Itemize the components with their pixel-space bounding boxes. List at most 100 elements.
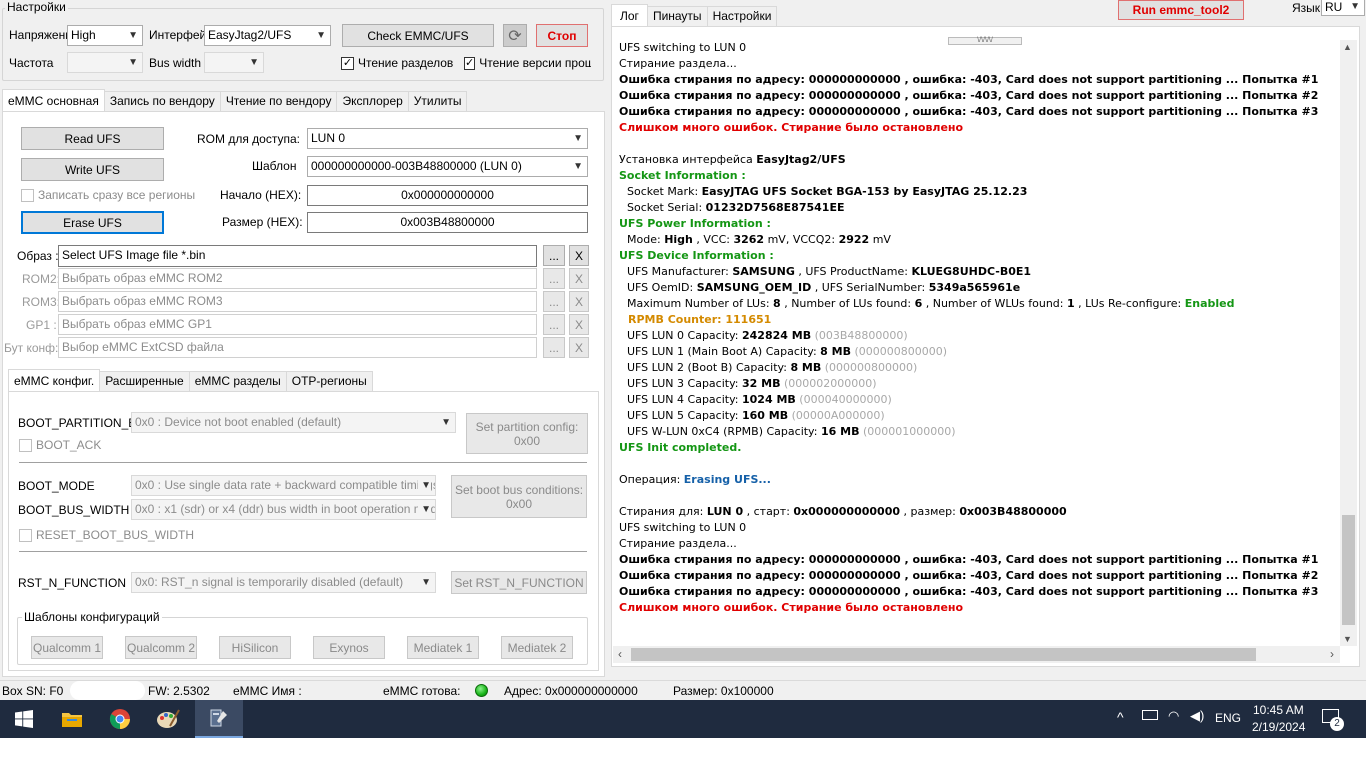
rom2-browse-button[interactable]: ...: [543, 268, 565, 289]
run-emmc-tool2-button[interactable]: Run emmc_tool2: [1118, 0, 1244, 20]
erase-ufs-button[interactable]: Erase UFS: [21, 211, 164, 234]
boot-config-path-input[interactable]: Выбор eMMC ExtCSD файла: [58, 337, 537, 358]
write-all-regions-checkbox[interactable]: Записать сразу все регионы: [21, 188, 195, 202]
buswidth-select[interactable]: ▼: [204, 52, 264, 73]
tab-read-vendor[interactable]: Чтение по вендору: [219, 91, 338, 111]
language-indicator[interactable]: ENG: [1215, 711, 1241, 725]
scroll-thumb[interactable]: [1342, 515, 1355, 625]
boot-bus-width-select[interactable]: 0x0 : x1 (sdr) or x4 (ddr) bus width in …: [131, 499, 436, 520]
template-mediatek2-button[interactable]: Mediatek 2: [501, 636, 573, 659]
read-version-checkbox[interactable]: ✓ Чтение версии проши: [464, 56, 591, 70]
log-text: mV, VCCQ2:: [764, 233, 839, 246]
size-hex-input[interactable]: 0x003B48800000: [307, 212, 588, 233]
rom3-clear-button[interactable]: X: [569, 291, 589, 312]
show-hidden-icons[interactable]: ^: [1117, 709, 1124, 725]
template-hisilicon-button[interactable]: HiSilicon: [219, 636, 291, 659]
refresh-button[interactable]: ⟳: [503, 24, 527, 47]
notification-badge: 2: [1330, 717, 1344, 731]
volume-icon[interactable]: ◀): [1190, 708, 1204, 724]
tab-extended[interactable]: Расширенные: [99, 371, 190, 391]
splitter-grip[interactable]: \/\/\/\/: [948, 37, 1022, 45]
set-rst-n-function-button[interactable]: Set RST_N_FUNCTION: [451, 571, 587, 594]
template-select[interactable]: 000000000000-003B48800000 (LUN 0) ▼: [307, 156, 588, 177]
clock-date[interactable]: 2/19/2024: [1252, 720, 1305, 734]
tab-emmc-main[interactable]: eMMC основная: [2, 89, 105, 111]
stop-button[interactable]: Стоп: [536, 24, 588, 47]
tab-emmc-config[interactable]: eMMC конфиг.: [8, 369, 101, 391]
config-tabs: eMMC конфиг. Расширенные eMMC разделы OT…: [8, 369, 373, 391]
gp1-browse-button[interactable]: ...: [543, 314, 565, 335]
rom-select[interactable]: LUN 0 ▼: [307, 128, 588, 149]
log-line: Ошибка стирания по адресу: 000000000000 …: [619, 569, 1319, 582]
read-ufs-button[interactable]: Read UFS: [21, 127, 164, 150]
tab-otp-regions[interactable]: OTP-регионы: [285, 371, 373, 391]
language-select[interactable]: RU ▼: [1321, 0, 1365, 16]
set-partition-config-button[interactable]: Set partition config: 0x00: [466, 413, 588, 454]
image-path-input[interactable]: Select UFS Image file *.bin: [58, 245, 537, 267]
wifi-icon[interactable]: ◠: [1168, 708, 1179, 724]
log-text: , UFS SerialNumber:: [811, 281, 929, 294]
rom2-clear-button[interactable]: X: [569, 268, 589, 289]
frequency-select[interactable]: ▼: [67, 52, 143, 73]
scroll-thumb-h[interactable]: [631, 648, 1256, 661]
image-clear-button[interactable]: X: [569, 245, 589, 266]
boot-config-clear-button[interactable]: X: [569, 337, 589, 358]
tab-settings[interactable]: Настройки: [706, 6, 778, 26]
rom3-browse-button[interactable]: ...: [543, 291, 565, 312]
log-line: UFS LUN 0 Capacity: 242824 MB (003B48800…: [627, 328, 908, 344]
tab-write-vendor[interactable]: Запись по вендору: [103, 91, 221, 111]
tab-emmc-partitions[interactable]: eMMC разделы: [188, 371, 287, 391]
easyjtag-app-button[interactable]: [195, 700, 243, 738]
vertical-scrollbar[interactable]: ▲ ▼: [1340, 40, 1357, 646]
rom3-path-input[interactable]: Выбрать образ eMMC ROM3: [58, 291, 537, 312]
template-qualcomm2-button[interactable]: Qualcomm 2: [125, 636, 197, 659]
status-bar: Box SN: F0 FW: 2.5302 eMMC Имя : eMMC го…: [0, 680, 1366, 700]
rst-n-function-value: 0x0: RST_n signal is temporarily disable…: [135, 575, 404, 589]
rom2-path-input[interactable]: Выбрать образ eMMC ROM2: [58, 268, 537, 289]
clock-time[interactable]: 10:45 AM: [1253, 703, 1304, 717]
voltage-select[interactable]: High ▼: [67, 25, 143, 46]
chevron-down-icon: ▼: [441, 417, 451, 428]
reset-boot-bus-width-checkbox[interactable]: RESET_BOOT_BUS_WIDTH: [19, 528, 194, 542]
check-emmc-ufs-button[interactable]: Check EMMC/UFS: [342, 24, 494, 47]
write-ufs-button[interactable]: Write UFS: [21, 158, 164, 181]
horizontal-scrollbar[interactable]: ‹ ›: [613, 646, 1340, 663]
log-line: Maximum Number of LUs: 8 , Number of LUs…: [627, 296, 1235, 312]
tab-explorer[interactable]: Эксплорер: [336, 91, 409, 111]
gp1-clear-button[interactable]: X: [569, 314, 589, 335]
template-exynos-button[interactable]: Exynos: [313, 636, 385, 659]
emmc-name: eMMC Имя :: [233, 684, 302, 698]
interface-select[interactable]: EasyJtag2/UFS ▼: [204, 25, 331, 46]
tab-pinouts[interactable]: Пинауты: [646, 6, 708, 26]
template-qualcomm1-button[interactable]: Qualcomm 1: [31, 636, 103, 659]
read-partitions-checkbox[interactable]: ✓ Чтение разделов: [341, 56, 453, 70]
start-button[interactable]: [0, 700, 48, 738]
scroll-up-arrow[interactable]: ▲: [1343, 42, 1352, 52]
interface-label: Интерфейс: [149, 28, 205, 42]
tab-utilities[interactable]: Утилиты: [407, 91, 468, 111]
boot-bus-width-value: 0x0 : x1 (sdr) or x4 (ddr) bus width in …: [135, 502, 436, 516]
scroll-left-arrow[interactable]: ‹: [618, 647, 622, 661]
boot-mode-select[interactable]: 0x0 : Use single data rate + backward co…: [131, 475, 436, 496]
battery-icon[interactable]: [1142, 710, 1158, 720]
scroll-right-arrow[interactable]: ›: [1330, 647, 1334, 661]
start-hex-input[interactable]: 0x000000000000: [307, 185, 588, 206]
gp1-path-input[interactable]: Выбрать образ eMMC GP1: [58, 314, 537, 335]
paint-app-button[interactable]: [144, 700, 192, 738]
boot-partition-select[interactable]: 0x0 : Device not boot enabled (default) ▼: [131, 412, 456, 433]
file-explorer-button[interactable]: [48, 700, 96, 738]
set-boot-bus-button[interactable]: Set boot bus conditions: 0x00: [451, 475, 587, 518]
boot-config-browse-button[interactable]: ...: [543, 337, 565, 358]
boot-ack-checkbox[interactable]: BOOT_ACK: [19, 438, 101, 452]
image-browse-button[interactable]: ...: [543, 245, 565, 266]
log-value: 1024 MB: [742, 393, 796, 406]
log-textarea[interactable]: UFS switching to LUN 0 Стирание раздела.…: [613, 40, 1340, 646]
chrome-button[interactable]: [96, 700, 144, 738]
rst-n-function-select[interactable]: 0x0: RST_n signal is temporarily disable…: [131, 572, 436, 593]
log-value: 8: [773, 297, 781, 310]
template-mediatek1-button[interactable]: Mediatek 1: [407, 636, 479, 659]
tab-log[interactable]: Лог: [611, 4, 648, 26]
log-hex: (00000A000000): [791, 409, 885, 422]
scroll-down-arrow[interactable]: ▼: [1343, 634, 1352, 644]
chevron-down-icon: ▼: [418, 476, 431, 495]
